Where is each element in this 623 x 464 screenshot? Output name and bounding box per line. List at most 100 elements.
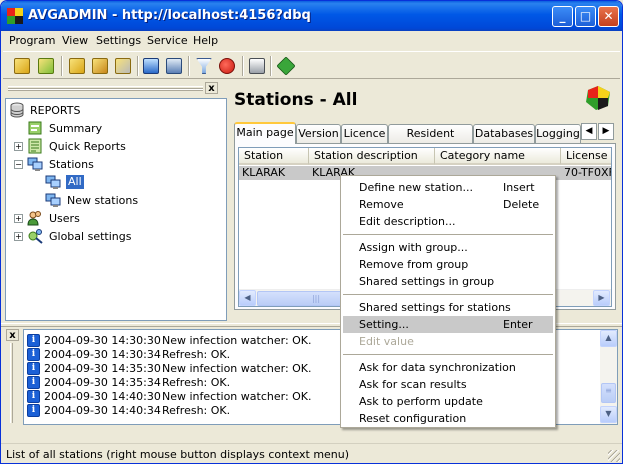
menu-help[interactable]: Help [193, 34, 218, 47]
log-grip[interactable] [6, 343, 20, 423]
tab-version[interactable]: Version [296, 124, 341, 143]
vertical-scrollbar[interactable]: ▲ ≡ ▼ [600, 330, 617, 424]
scroll-right-icon[interactable]: ▶ [593, 290, 610, 306]
log-time: 2004-09-30 14:35:34 [44, 376, 161, 389]
tree-item-users[interactable]: + Users [9, 210, 209, 227]
menu-bar: Program View Settings Service Help [1, 31, 622, 50]
tree-item-new-stations[interactable]: New stations [45, 192, 195, 209]
column-license-number[interactable]: License Nu [561, 148, 611, 165]
tree-label: Quick Reports [49, 140, 126, 153]
tree-label: New stations [67, 194, 139, 207]
log-time: 2004-09-30 14:40:34 [44, 404, 161, 417]
print-icon[interactable] [246, 55, 268, 77]
menu-separator [343, 294, 553, 295]
log-message: Refresh: OK. [162, 404, 231, 417]
pane-header: x [5, 82, 227, 96]
context-menu: Define new station... Insert Remove Dele… [340, 175, 556, 428]
filter-icon[interactable] [193, 55, 215, 77]
collapse-icon[interactable]: − [14, 160, 23, 169]
status-bar: List of all stations (right mouse button… [1, 443, 622, 463]
expand-icon[interactable]: + [14, 214, 23, 223]
status-text: List of all stations (right mouse button… [6, 448, 350, 461]
menu-item-label: Setting... [359, 318, 409, 331]
navigation-tree: REPORTS Summary + Quick Reports − Statio… [5, 98, 227, 321]
menu-item-edit-description[interactable]: Edit description... [343, 213, 553, 230]
menu-item-remove-from-group[interactable]: Remove from group [343, 256, 553, 273]
maximize-button[interactable]: □ [575, 6, 596, 27]
tree-item-stations[interactable]: − Stations [9, 156, 209, 173]
menu-item-setting[interactable]: Setting... Enter [343, 316, 553, 333]
info-icon: i [27, 404, 40, 417]
stations-icon [45, 192, 61, 208]
tab-databases[interactable]: Databases [473, 124, 535, 143]
disk-save-icon[interactable] [89, 55, 111, 77]
tree-item-global-settings[interactable]: + Global settings [9, 228, 209, 245]
expand-icon[interactable]: + [14, 142, 23, 151]
scroll-down-icon[interactable]: ▼ [600, 406, 617, 423]
menu-item-define-new-station[interactable]: Define new station... Insert [343, 179, 553, 196]
computer-icon[interactable] [140, 55, 162, 77]
menu-settings[interactable]: Settings [96, 34, 141, 47]
toolbar [3, 51, 620, 79]
menu-item-ask-for-scan-results[interactable]: Ask for scan results [343, 376, 553, 393]
menu-service[interactable]: Service [147, 34, 188, 47]
tab-licence[interactable]: Licence [341, 124, 388, 143]
menu-item-shared-settings-in-group[interactable]: Shared settings in group [343, 273, 553, 290]
help-icon[interactable] [275, 55, 297, 77]
menu-item-label: Shared settings for stations [359, 301, 511, 314]
menu-item-ask-for-data-synchronization[interactable]: Ask for data synchronization [343, 359, 553, 376]
tree-item-reports[interactable]: REPORTS [9, 102, 209, 119]
scroll-left-icon[interactable]: ◀ [239, 290, 256, 306]
menu-item-label: Reset configuration [359, 412, 467, 425]
column-station-description[interactable]: Station description [309, 148, 435, 165]
title-bar[interactable]: AVGADMIN - http://localhost:4156?dbq _ □… [1, 1, 622, 31]
scroll-up-icon[interactable]: ▲ [600, 330, 617, 347]
tab-main-page[interactable]: Main page [234, 122, 296, 144]
menu-item-label: Edit description... [359, 215, 456, 228]
menu-item-remove[interactable]: Remove Delete [343, 196, 553, 213]
menu-item-shared-settings-for-stations[interactable]: Shared settings for stations [343, 299, 553, 316]
menu-item-label: Ask to perform update [359, 395, 483, 408]
tab-scroll-right-icon[interactable]: ▶ [598, 123, 614, 140]
log-message: Refresh: OK. [162, 376, 231, 389]
menu-item-assign-with-group[interactable]: Assign with group... [343, 239, 553, 256]
menu-separator [343, 234, 553, 235]
menu-item-label: Edit value [359, 335, 414, 348]
minimize-button[interactable]: _ [552, 6, 573, 27]
scroll-thumb[interactable]: ≡ [601, 383, 616, 403]
tab-resident-shield[interactable]: Resident Shield [388, 124, 473, 157]
network-icon[interactable] [163, 55, 185, 77]
menu-item-label: Assign with group... [359, 241, 468, 254]
alert-icon[interactable] [216, 55, 238, 77]
menu-item-reset-configuration[interactable]: Reset configuration [343, 410, 553, 427]
tree-item-summary[interactable]: Summary [27, 120, 207, 137]
tree-item-all[interactable]: All [45, 174, 145, 191]
menu-item-ask-to-perform-update[interactable]: Ask to perform update [343, 393, 553, 410]
tab-scroll-left-icon[interactable]: ◀ [581, 123, 597, 140]
disk-save-all-icon[interactable] [112, 55, 134, 77]
tree-item-quick-reports[interactable]: + Quick Reports [9, 138, 209, 155]
pane-close-button[interactable]: x [205, 82, 218, 94]
pane-grip[interactable] [8, 86, 203, 91]
tab-logging[interactable]: Logging [535, 124, 581, 143]
info-icon: i [27, 334, 40, 347]
menu-program[interactable]: Program [9, 34, 55, 47]
column-station[interactable]: Station [239, 148, 309, 165]
column-category-name[interactable]: Category name [435, 148, 561, 165]
avg-logo-icon [7, 8, 23, 24]
tree-label: Summary [49, 122, 103, 135]
tab-strip: Main page Version Licence Resident Shiel… [234, 122, 618, 157]
log-message: New infection watcher: OK. [162, 362, 312, 375]
disk-open-icon[interactable] [35, 55, 57, 77]
resize-grip-icon[interactable] [608, 450, 620, 462]
menu-view[interactable]: View [62, 34, 88, 47]
info-icon: i [27, 348, 40, 361]
log-close-button[interactable]: x [6, 329, 19, 341]
stations-icon [45, 174, 61, 190]
menu-item-label: Shared settings in group [359, 275, 495, 288]
expand-icon[interactable]: + [14, 232, 23, 241]
close-button[interactable]: ✕ [598, 6, 619, 27]
disk-icon[interactable] [66, 55, 88, 77]
report-icon [27, 138, 43, 154]
disk-icon[interactable] [11, 55, 33, 77]
